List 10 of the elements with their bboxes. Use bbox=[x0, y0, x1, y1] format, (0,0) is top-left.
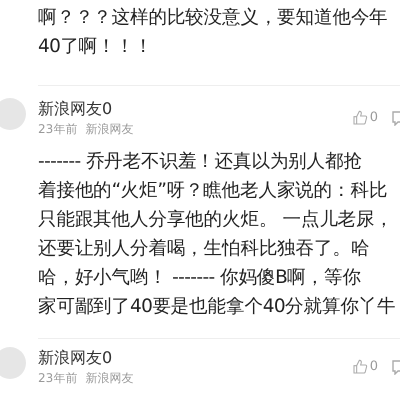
post-source: 新浪网友 bbox=[85, 121, 134, 138]
post-time: 23年前 bbox=[38, 370, 78, 387]
comment-text: ------- 乔丹老不识羞！还真以为别人都抢 着接他的“火炬”呀？瞧他老人家说的：科比 只能跟其他人分享他的火炬。 一点儿老尿， 还要让别人分着喝，生怕科比独吞了。哈 哈，好小气哟！ ------- 你妈傻B啊，等你 家可鄙到了40要是也能拿个40分就算你丫牛 bbox=[38, 150, 396, 319]
username[interactable]: 新浪网友0 bbox=[38, 98, 134, 120]
comment-text: 啊？？？这样的比较没意义，要知道他今年 40了啊！！！ bbox=[38, 6, 389, 59]
username[interactable]: 新浪网友0 bbox=[38, 347, 134, 369]
avatar-icon bbox=[0, 347, 26, 379]
post-time: 23年前 bbox=[38, 121, 78, 138]
avatar-icon bbox=[0, 98, 26, 130]
post-source: 新浪网友 bbox=[85, 370, 134, 387]
